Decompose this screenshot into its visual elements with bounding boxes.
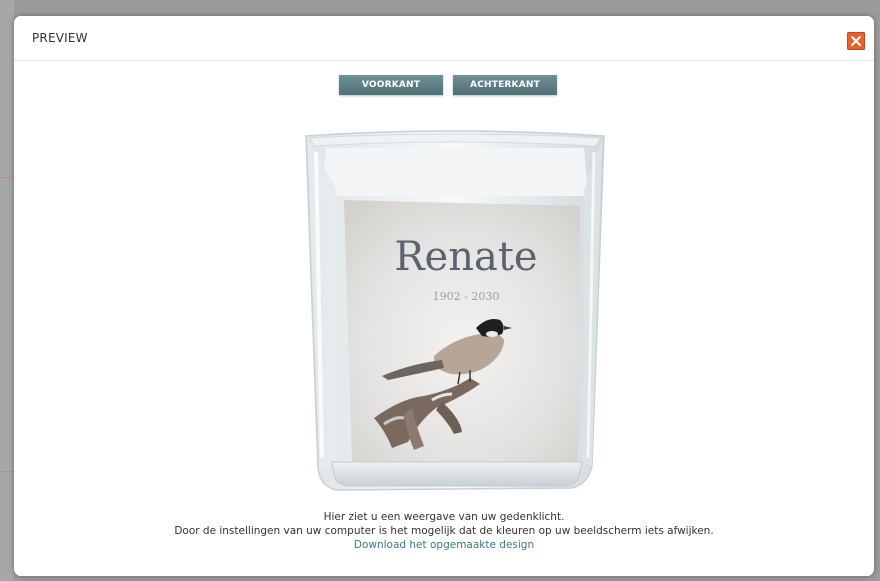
info-line-2: Door de instellingen van uw computer is … [174,525,714,537]
preview-modal: PREVIEW VOORKANT ACHTERKANT Renate 1902 … [14,16,874,576]
close-button[interactable] [847,32,865,50]
download-design-link[interactable]: Download het opgemaakte design [354,539,534,551]
tab-achterkant[interactable]: ACHTERKANT [453,75,557,95]
info-text: Hier ziet u een weergave van uw gedenkli… [14,510,874,552]
strip-divider [0,177,14,178]
modal-header: PREVIEW [14,16,874,61]
preview-years: 1902 - 2030 [433,290,500,303]
preview-name: Renate [394,234,537,280]
close-icon [851,36,861,46]
candle-preview: Renate 1902 - 2030 [292,128,612,500]
glass-candle-holder-image: Renate 1902 - 2030 [305,130,605,491]
info-line-1: Hier ziet u een weergave van uw gedenkli… [323,511,565,523]
strip-divider [0,471,14,472]
tab-voorkant[interactable]: VOORKANT [339,75,443,95]
modal-title: PREVIEW [32,31,88,45]
background-page-strip [0,0,14,581]
